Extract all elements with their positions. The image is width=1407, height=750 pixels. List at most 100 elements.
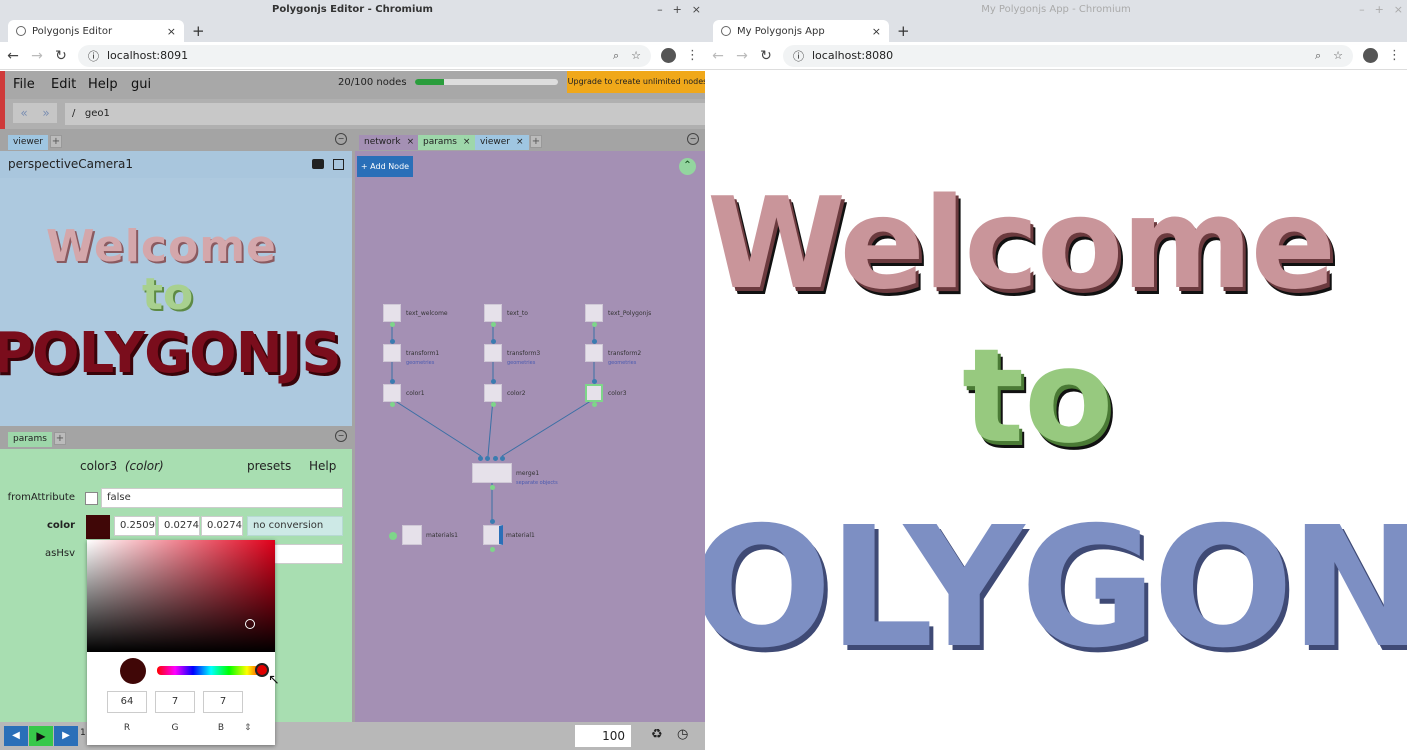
browser-tab[interactable]: My Polygonjs App ×	[713, 20, 889, 42]
node-output-dot[interactable]	[390, 402, 395, 407]
node-input-dot[interactable]	[490, 519, 495, 524]
node-output-dot[interactable]	[491, 402, 496, 407]
viewer-panel[interactable]: perspectiveCamera1 Welcome to POLYGONJS	[0, 151, 352, 426]
add-tab-plus-icon[interactable]: +	[530, 135, 542, 148]
maximize-button[interactable]: +	[673, 0, 682, 20]
node-output-dot[interactable]	[490, 485, 495, 490]
close-window-button[interactable]: ×	[1394, 0, 1403, 20]
new-tab-button[interactable]: +	[192, 22, 205, 40]
color-g-field[interactable]: 0.02745	[158, 516, 200, 536]
node-input-dot[interactable]	[390, 339, 395, 344]
back-arrow-icon[interactable]: ←	[711, 48, 725, 64]
minimize-button[interactable]: –	[657, 0, 663, 20]
back-arrow-icon[interactable]: ←	[6, 48, 20, 64]
zoom-icon[interactable]: ⌕	[613, 49, 619, 63]
forward-arrow-icon[interactable]: →	[735, 48, 749, 64]
panel-collapse-icon[interactable]: −	[335, 133, 347, 145]
tab-params[interactable]: params ×	[418, 135, 476, 150]
star-icon[interactable]: ☆	[1333, 49, 1343, 63]
sv-handle[interactable]	[245, 619, 255, 629]
new-tab-button[interactable]: +	[897, 22, 910, 40]
node-input-dot[interactable]	[500, 456, 505, 461]
node-materials1[interactable]	[402, 525, 422, 545]
next-frame-icon[interactable]: ▶	[54, 726, 78, 746]
clock-icon[interactable]: ◷	[677, 727, 688, 742]
format-toggle-icon[interactable]: ⇕	[244, 723, 252, 733]
history-back-icon[interactable]: «	[20, 106, 27, 120]
maximize-button[interactable]: +	[1375, 0, 1384, 20]
menu-edit[interactable]: Edit	[51, 77, 76, 92]
saturation-value-area[interactable]	[87, 540, 275, 652]
node-output-dot[interactable]	[592, 322, 597, 327]
path-input[interactable]: / geo1	[65, 103, 705, 125]
node-output-dot[interactable]	[390, 322, 395, 327]
node-output-dot[interactable]	[592, 402, 597, 407]
color-swatch[interactable]	[86, 515, 110, 539]
node-input-dot[interactable]	[592, 379, 597, 384]
picker-g-input[interactable]: 7	[155, 691, 195, 713]
prev-frame-icon[interactable]: ◀	[4, 726, 28, 746]
color-conversion-select[interactable]: no conversion	[247, 516, 343, 536]
tab-params-bottom[interactable]: params	[8, 432, 52, 447]
node-input-dot[interactable]	[478, 456, 483, 461]
url-field[interactable]: ⓘ localhost:8091 ⌕ ☆	[78, 44, 651, 67]
fullscreen-icon[interactable]	[333, 159, 344, 170]
node-input-dot[interactable]	[491, 339, 496, 344]
node-transform3[interactable]	[484, 344, 502, 362]
node-input-dot[interactable]	[592, 339, 597, 344]
close-tab-icon[interactable]: ×	[463, 135, 471, 150]
zoom-icon[interactable]: ⌕	[1315, 49, 1321, 63]
camera-icon[interactable]	[312, 159, 324, 169]
frame-end-input[interactable]: 100	[575, 725, 631, 747]
node-text-to[interactable]	[484, 304, 502, 322]
close-tab-icon[interactable]: ×	[872, 25, 881, 38]
reload-icon[interactable]: ↻	[54, 48, 68, 64]
menu-gui[interactable]: gui	[131, 77, 151, 92]
node-text-welcome[interactable]	[383, 304, 401, 322]
fromattribute-checkbox[interactable]	[85, 492, 98, 505]
menu-kebab-icon[interactable]: ⋮	[1388, 48, 1401, 63]
network-panel[interactable]: + Add Node ⌃ text_welcome text_to text_P…	[355, 151, 705, 750]
upgrade-button[interactable]: Upgrade to create unlimited nodes ▸	[567, 71, 705, 108]
account-icon[interactable]	[1363, 48, 1378, 63]
menu-file[interactable]: File	[13, 77, 35, 92]
close-window-button[interactable]: ×	[692, 0, 701, 20]
account-icon[interactable]	[661, 48, 676, 63]
tab-viewer-2[interactable]: viewer ×	[475, 135, 529, 150]
node-input-dot[interactable]	[491, 379, 496, 384]
minimize-button[interactable]: –	[1359, 0, 1365, 20]
node-text-polygonjs[interactable]	[585, 304, 603, 322]
ashsv-field[interactable]	[274, 544, 343, 564]
panel-collapse-icon[interactable]: −	[335, 430, 347, 442]
node-output-dot[interactable]	[491, 322, 496, 327]
node-color3-selected[interactable]	[585, 384, 603, 402]
tab-viewer[interactable]: viewer	[8, 135, 48, 150]
color-r-field[interactable]: 0.25098	[114, 516, 156, 536]
panel-collapse-icon[interactable]: −	[687, 133, 699, 145]
node-input-dot[interactable]	[485, 456, 490, 461]
star-icon[interactable]: ☆	[631, 49, 641, 63]
url-field[interactable]: ⓘ localhost:8080 ⌕ ☆	[783, 44, 1353, 67]
app-canvas[interactable]: Welcome to OLYGON	[705, 71, 1407, 750]
hue-slider[interactable]	[157, 666, 265, 675]
close-tab-icon[interactable]: ×	[167, 25, 176, 38]
node-output-dot[interactable]	[490, 547, 495, 552]
node-flag-icon[interactable]	[389, 532, 397, 540]
picker-b-input[interactable]: 7	[203, 691, 243, 713]
node-input-dot[interactable]	[390, 379, 395, 384]
close-tab-icon[interactable]: ×	[407, 135, 415, 150]
color-b-field[interactable]: 0.02745	[201, 516, 243, 536]
node-material1[interactable]	[483, 525, 503, 545]
close-tab-icon[interactable]: ×	[516, 135, 524, 150]
add-tab-plus-icon[interactable]: +	[50, 135, 62, 148]
browser-tab[interactable]: Polygonjs Editor ×	[8, 20, 184, 42]
add-tab-plus-icon[interactable]: +	[54, 432, 66, 445]
play-icon[interactable]: ▶	[29, 726, 53, 746]
help-button[interactable]: Help	[309, 459, 336, 473]
hue-handle[interactable]	[255, 663, 269, 677]
node-color2[interactable]	[484, 384, 502, 402]
menu-help[interactable]: Help	[88, 77, 118, 92]
menu-kebab-icon[interactable]: ⋮	[686, 48, 699, 63]
reload-icon[interactable]: ↻	[759, 48, 773, 64]
tab-network[interactable]: network ×	[359, 135, 420, 150]
